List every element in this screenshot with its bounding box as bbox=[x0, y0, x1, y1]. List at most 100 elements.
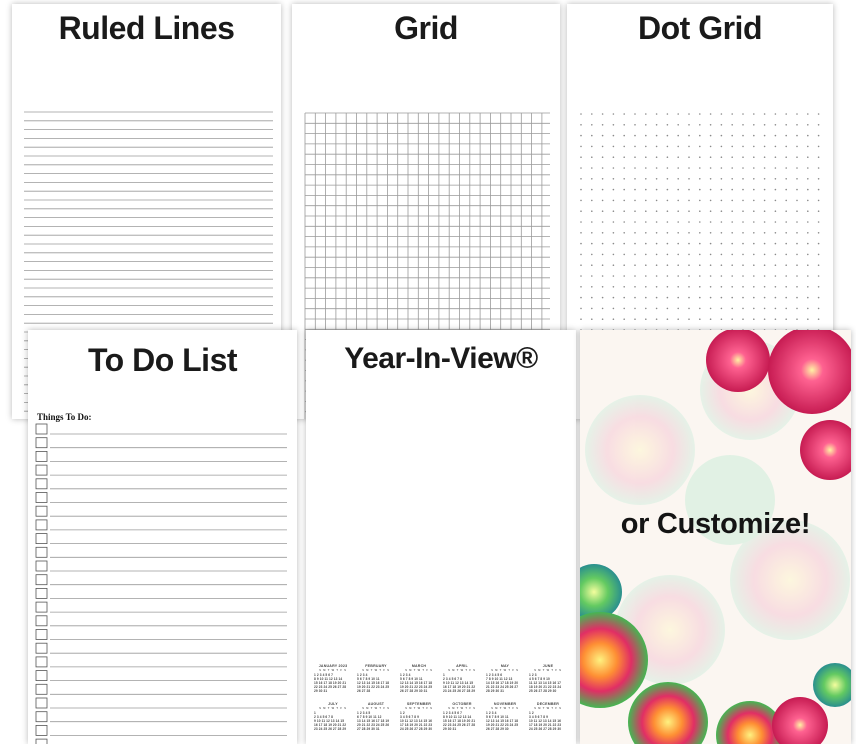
grid-dot bbox=[677, 124, 679, 126]
grid-dot bbox=[731, 210, 733, 212]
grid-dot bbox=[601, 113, 604, 115]
grid-dot bbox=[612, 318, 615, 321]
grid-dot bbox=[645, 253, 647, 256]
grid-dot bbox=[785, 232, 787, 234]
grid-dot bbox=[580, 156, 582, 158]
grid-dot bbox=[742, 296, 744, 299]
grid-dot bbox=[763, 210, 766, 212]
grid-dot bbox=[753, 199, 755, 202]
grid-dot bbox=[688, 178, 690, 180]
grid-dot bbox=[774, 178, 777, 180]
calendar-month: JULY S M T W T F S12 3 4 5 6 7 89 10 11 1… bbox=[314, 702, 352, 731]
grid-dot bbox=[774, 275, 777, 277]
grid-dot bbox=[763, 134, 766, 137]
grid-dot bbox=[688, 286, 690, 288]
todo-checkbox bbox=[35, 423, 48, 435]
grid-dot bbox=[742, 286, 744, 288]
grid-dot bbox=[612, 286, 615, 288]
grid-dot bbox=[591, 178, 593, 180]
grid-dot bbox=[655, 221, 658, 223]
grid-dot bbox=[645, 264, 647, 267]
grid-dot bbox=[699, 134, 701, 137]
grid-dot bbox=[817, 242, 820, 245]
grid-dot bbox=[774, 156, 777, 158]
grid-dot bbox=[612, 296, 615, 299]
grid-dot bbox=[634, 242, 636, 245]
grid-dot bbox=[763, 296, 766, 299]
grid-dot bbox=[688, 242, 690, 245]
grid-dot bbox=[742, 307, 744, 310]
todo-checkbox bbox=[35, 533, 48, 545]
grid-dot bbox=[677, 188, 679, 191]
grid-dot bbox=[709, 178, 712, 180]
grid-dot bbox=[720, 124, 723, 126]
grid-dot bbox=[688, 253, 690, 256]
calendar-week-row: 27 28 29 30 31 bbox=[357, 727, 380, 731]
todo-list-card[interactable]: To Do List Things To Do: bbox=[28, 330, 297, 744]
grid-dot bbox=[817, 145, 820, 148]
grid-dot bbox=[666, 156, 669, 158]
calendar-week-row: 26 27 28 29 30 31 bbox=[400, 689, 428, 693]
grid-dot bbox=[688, 296, 690, 299]
grid-dot bbox=[774, 134, 777, 137]
grid-dot bbox=[655, 124, 658, 126]
grid-dot bbox=[688, 134, 690, 137]
grid-dot bbox=[742, 113, 744, 115]
grid-dot bbox=[796, 124, 798, 126]
grid-dot bbox=[763, 199, 766, 202]
grid-dot bbox=[817, 178, 820, 180]
grid-dot bbox=[817, 232, 820, 234]
grid-dot bbox=[763, 242, 766, 245]
calendar-week-row: 29 30 31 bbox=[314, 689, 328, 693]
grid-dot bbox=[580, 232, 582, 234]
grid-dot bbox=[655, 296, 658, 299]
grid-dot bbox=[623, 167, 625, 169]
grid-dot bbox=[612, 210, 615, 212]
todo-checkbox bbox=[35, 574, 48, 586]
grid-dot bbox=[753, 318, 755, 321]
todo-checkbox bbox=[35, 505, 48, 517]
grid-dot bbox=[774, 199, 777, 202]
grid-dot bbox=[785, 124, 787, 126]
grid-dot bbox=[591, 199, 593, 202]
grid-dot bbox=[601, 264, 604, 267]
calendar-month: MARCH S M T W T F S1 2 3 45 6 7 8 9 10 11… bbox=[400, 664, 438, 693]
grid-dot bbox=[623, 264, 625, 267]
year-in-view-card[interactable]: Year-In-View® JANUARY 2023 S M T W T F S1… bbox=[306, 330, 576, 744]
grid-dot bbox=[753, 113, 755, 115]
grid-dot bbox=[688, 199, 690, 202]
grid-dot bbox=[634, 124, 636, 126]
grid-dot bbox=[763, 318, 766, 321]
grid-dot bbox=[763, 113, 766, 115]
grid-dot bbox=[731, 318, 733, 321]
grid-dot bbox=[731, 221, 733, 223]
grid-dot bbox=[645, 156, 647, 158]
grid-dot bbox=[807, 199, 809, 202]
grid-dot bbox=[785, 178, 787, 180]
grid-dot bbox=[709, 307, 712, 310]
grid-dot bbox=[634, 188, 636, 191]
grid-dot bbox=[785, 145, 787, 148]
calendar-week-row: 25 26 27 28 29 30 bbox=[529, 689, 557, 693]
todo-checkbox bbox=[35, 724, 48, 736]
grid-dot bbox=[731, 134, 733, 137]
grid-dot bbox=[677, 296, 679, 299]
grid-dot bbox=[623, 210, 625, 212]
grid-dot bbox=[677, 145, 679, 148]
grid-dot bbox=[796, 242, 798, 245]
grid-dot bbox=[807, 178, 809, 180]
grid-dot bbox=[817, 199, 820, 202]
grid-dot bbox=[591, 156, 593, 158]
grid-dot bbox=[807, 156, 809, 158]
customize-card[interactable]: or Customize! bbox=[580, 330, 851, 744]
grid-dot bbox=[807, 134, 809, 137]
grid-dot bbox=[677, 156, 679, 158]
grid-dot bbox=[623, 199, 625, 202]
grid-dot bbox=[774, 318, 777, 321]
grid-dot bbox=[763, 253, 766, 256]
grid-dot bbox=[645, 318, 647, 321]
grid-dot bbox=[601, 296, 604, 299]
grid-dot bbox=[634, 134, 636, 137]
todo-checkbox bbox=[35, 629, 48, 640]
todo-checkbox bbox=[35, 478, 48, 490]
